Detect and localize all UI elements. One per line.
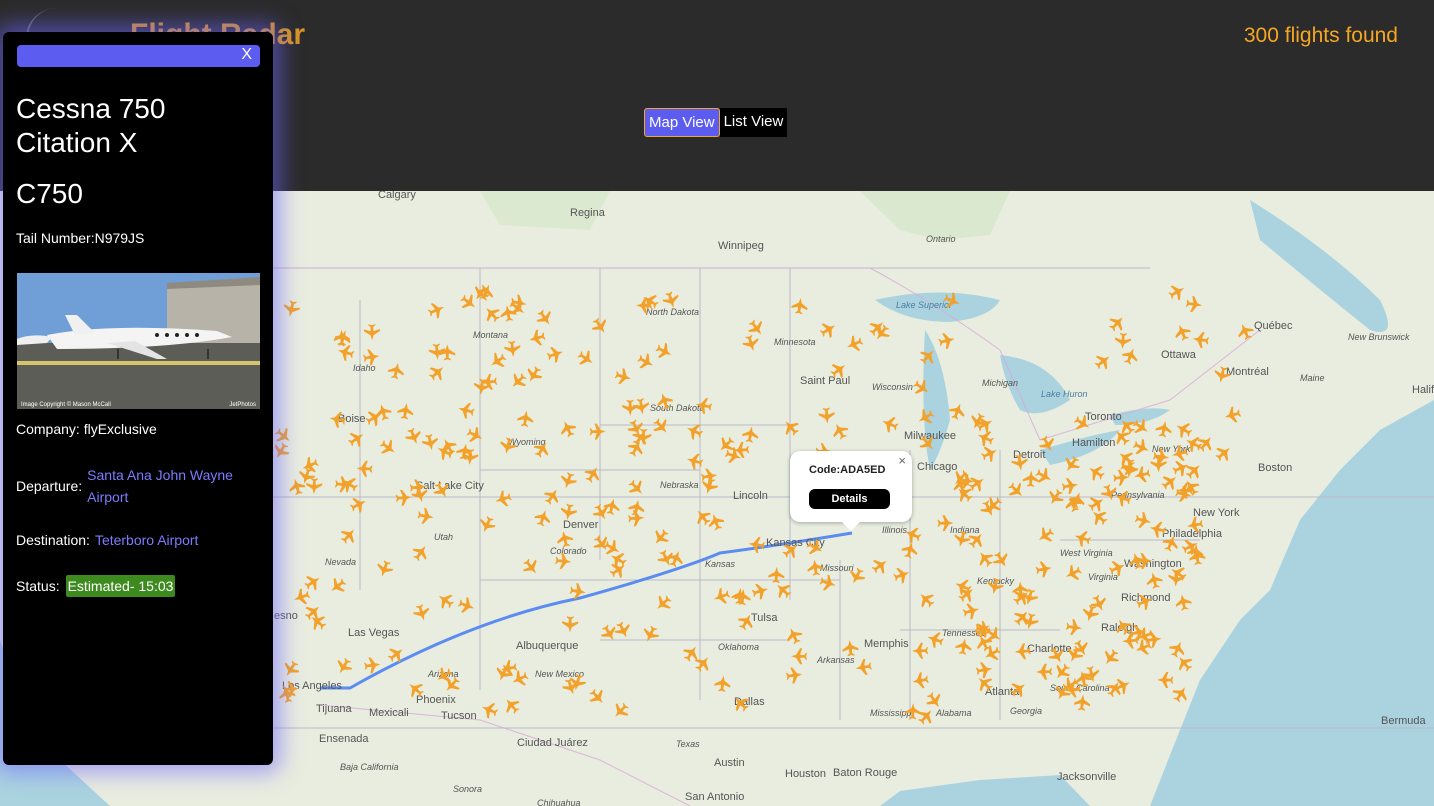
map-label: New Mexico	[535, 669, 584, 679]
map-label: Halif	[1412, 384, 1434, 396]
map-label: San Antonio	[685, 791, 744, 803]
map-label: Maine	[1300, 373, 1325, 383]
map-label: New Brunswick	[1348, 332, 1410, 342]
map-label: Minnesota	[774, 337, 816, 347]
status-row: Status: Estimated- 15:03	[16, 575, 176, 597]
departure-row: Departure: Santa Ana John Wayne Airport	[16, 464, 247, 508]
map-label: Nebraska	[660, 480, 699, 490]
map-label: North Dakota	[646, 307, 699, 317]
popup-close-icon[interactable]: ×	[898, 453, 906, 468]
popup-flight-code: Code:ADA5ED	[809, 464, 886, 476]
map-label: Calgary	[378, 191, 416, 201]
map-label: Regina	[570, 207, 606, 219]
departure-label: Departure:	[16, 478, 83, 494]
map-label: Texas	[676, 739, 700, 749]
map-label: Wisconsin	[872, 382, 913, 392]
map-label: West Virginia	[1060, 548, 1113, 558]
map-label: Albuquerque	[516, 640, 578, 652]
map-label: Utah	[434, 532, 453, 542]
map-label: Georgia	[1010, 706, 1042, 716]
map-label: Baton Rouge	[833, 767, 897, 779]
close-panel-button[interactable]: X	[241, 46, 252, 64]
aircraft-name: Cessna 750 Citation X	[16, 93, 166, 158]
status-label: Status:	[16, 578, 60, 594]
map-label: Charlotte	[1027, 643, 1072, 655]
map-label: Houston	[785, 768, 826, 780]
map-label: Hamilton	[1072, 437, 1115, 449]
map-label: Ottawa	[1161, 349, 1197, 361]
details-button[interactable]: Details	[809, 489, 890, 509]
aircraft-photo: Image Copyright © Mason McCall JetPhotos	[17, 273, 260, 409]
map-label: Boston	[1258, 462, 1292, 474]
map-label: Jacksonville	[1057, 771, 1116, 783]
map-label: Baja California	[340, 762, 399, 772]
map-label: Montréal	[1226, 366, 1269, 378]
photo-source: JetPhotos	[229, 402, 256, 408]
status-badge: Estimated- 15:03	[65, 575, 176, 597]
departure-airport-link[interactable]: Santa Ana John Wayne Airport	[87, 464, 247, 508]
map-label: Virginia	[1088, 572, 1118, 582]
tail-number: Tail Number:N979JS	[16, 230, 145, 246]
map-label: Missouri	[820, 563, 855, 573]
map-label: Kansas	[705, 559, 736, 569]
map-label: Chihuahua	[537, 798, 581, 806]
destination-airport-link[interactable]: Teterboro Airport	[95, 532, 199, 548]
map-label: Oklahoma	[718, 642, 759, 652]
flights-count: 300 flights found	[1243, 24, 1398, 47]
map-label: esno	[274, 610, 298, 622]
map-label: Tucson	[441, 710, 477, 722]
map-label: Illinois	[882, 525, 908, 535]
map-label: Michigan	[982, 378, 1018, 388]
map-label: New York	[1193, 507, 1240, 519]
map-label: Mexicali	[369, 707, 409, 719]
map-label: Lincoln	[733, 490, 768, 502]
map-label: Québec	[1254, 320, 1293, 332]
flight-popup: Code:ADA5ED × Details	[790, 451, 912, 531]
map-label: Ensenada	[319, 733, 369, 745]
panel-header-bar: X	[17, 45, 260, 67]
destination-row: Destination: Teterboro Airport	[16, 532, 198, 548]
map-label: Philadelphia	[1162, 528, 1223, 540]
photo-credit: Image Copyright © Mason McCall	[21, 402, 111, 408]
map-label: Pennsylvania	[1111, 490, 1165, 500]
aircraft-photo-image	[17, 273, 260, 409]
map-label: Sonora	[453, 784, 482, 794]
map-label: Chicago	[917, 461, 957, 473]
map-label: Denver	[563, 519, 599, 531]
map-label: Ciudad Juárez	[517, 737, 588, 749]
map-label: Montana	[473, 330, 508, 340]
map-label: Alabama	[935, 708, 972, 718]
map-label: Arkansas	[816, 655, 855, 665]
map-label: Bermuda	[1381, 715, 1427, 727]
map-label: Lake Superior	[896, 300, 953, 310]
map-view-button[interactable]: Map View	[644, 108, 720, 137]
company-name: Company: flyExclusive	[16, 421, 157, 437]
map-label: Lake Huron	[1041, 389, 1088, 399]
list-view-button[interactable]: List View	[719, 108, 788, 137]
map-label: Winnipeg	[718, 240, 764, 252]
destination-label: Destination:	[16, 532, 90, 548]
map-label: Toronto	[1085, 411, 1122, 423]
map-label: Tulsa	[751, 612, 778, 624]
map-label: Las Vegas	[348, 627, 400, 639]
view-toggle: Map View List View	[644, 108, 788, 137]
map-label: Phoenix	[416, 694, 456, 706]
map-label: Ontario	[926, 234, 956, 244]
flight-details-panel: X Cessna 750 Citation X C750 Tail Number…	[3, 32, 273, 765]
map-label: Austin	[714, 757, 745, 769]
map-label: Colorado	[550, 546, 587, 556]
map-label: Nevada	[325, 557, 356, 567]
map-label: Idaho	[353, 363, 376, 373]
map-label: Memphis	[864, 638, 909, 650]
map-label: Boise	[338, 413, 366, 425]
aircraft-type-code: C750	[16, 178, 83, 209]
map-label: Detroit	[1013, 449, 1045, 461]
map-label: Tijuana	[316, 703, 353, 715]
